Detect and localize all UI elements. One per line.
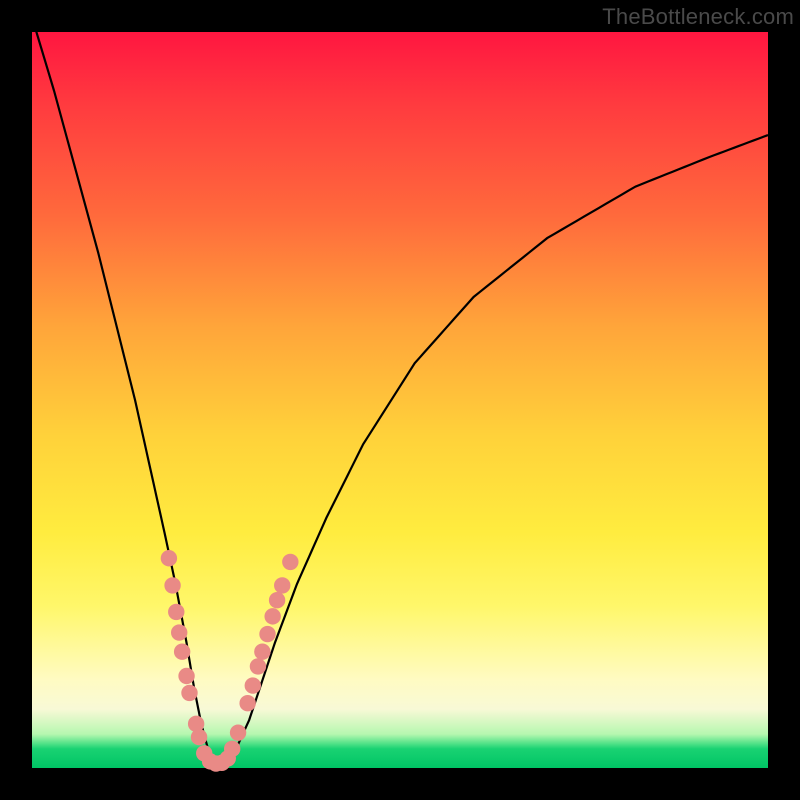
data-point [178, 668, 194, 684]
data-point [254, 644, 270, 660]
data-point [191, 729, 207, 745]
data-point [264, 608, 280, 624]
data-point [161, 550, 177, 566]
data-point [164, 577, 180, 593]
data-point [259, 626, 275, 642]
data-point [274, 577, 290, 593]
data-point [181, 685, 197, 701]
data-point-group [161, 550, 299, 772]
data-point [239, 695, 255, 711]
bottleneck-curve [32, 17, 768, 764]
chart-frame [32, 32, 768, 768]
data-point [269, 592, 285, 608]
data-point [168, 604, 184, 620]
data-point [250, 658, 266, 674]
data-point [230, 724, 246, 740]
chart-svg [32, 32, 768, 768]
data-point [171, 624, 187, 640]
data-point [245, 677, 261, 693]
data-point [224, 741, 240, 757]
data-point [174, 644, 190, 660]
data-point [282, 554, 298, 570]
watermark-text: TheBottleneck.com [602, 4, 794, 30]
